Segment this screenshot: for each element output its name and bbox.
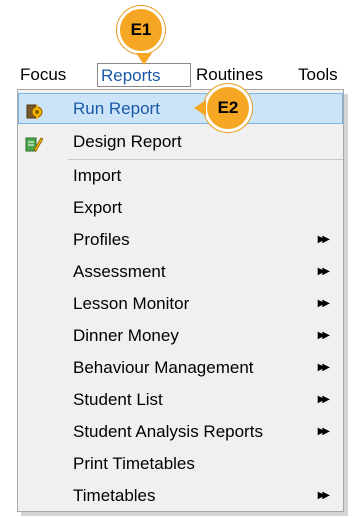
menu-item-assessment[interactable]: Assessment ▶▶ xyxy=(18,256,343,287)
menu-item-label: Timetables xyxy=(73,486,156,505)
menu-item-lesson-monitor[interactable]: Lesson Monitor ▶▶ xyxy=(18,288,343,319)
menu-item-label: Behaviour Management xyxy=(73,358,254,377)
menu-item-label: Print Timetables xyxy=(73,454,195,473)
menu-focus[interactable]: Focus xyxy=(20,63,66,87)
annotation-label: E2 xyxy=(217,98,239,117)
submenu-arrow-icon: ▶▶ xyxy=(317,266,331,277)
menu-item-import[interactable]: Import xyxy=(18,160,343,191)
reports-dropdown-menu: Run Report Design Report Import Export P… xyxy=(17,89,348,513)
menu-item-label: Design Report xyxy=(73,132,182,151)
menu-item-behaviour-management[interactable]: Behaviour Management ▶▶ xyxy=(18,352,343,383)
menu-item-label: Student Analysis Reports xyxy=(73,422,263,441)
design-report-icon xyxy=(25,132,44,152)
submenu-arrow-icon: ▶▶ xyxy=(317,394,331,405)
menu-item-student-list[interactable]: Student List ▶▶ xyxy=(18,384,343,415)
menu-item-print-timetables[interactable]: Print Timetables xyxy=(18,448,343,479)
menu-item-label: Assessment xyxy=(73,262,166,281)
menu-item-label: Lesson Monitor xyxy=(73,294,190,313)
menu-item-label: Dinner Money xyxy=(73,326,179,345)
submenu-arrow-icon: ▶▶ xyxy=(317,490,331,501)
annotation-badge-e1: E1 xyxy=(117,6,165,65)
menu-item-label: Profiles xyxy=(73,230,130,249)
menu-item-run-report[interactable]: Run Report xyxy=(18,93,343,124)
menu-item-dinner-money[interactable]: Dinner Money ▶▶ xyxy=(18,320,343,351)
submenu-arrow-icon: ▶▶ xyxy=(317,426,331,437)
submenu-arrow-icon: ▶▶ xyxy=(317,362,331,373)
menu-shadow xyxy=(21,512,348,516)
menu-bar: Focus Reports Routines Tools xyxy=(0,58,358,90)
submenu-arrow-icon: ▶▶ xyxy=(317,298,331,309)
menu-item-export[interactable]: Export xyxy=(18,192,343,223)
menu-item-student-analysis-reports[interactable]: Student Analysis Reports ▶▶ xyxy=(18,416,343,447)
menu-item-design-report[interactable]: Design Report xyxy=(18,126,343,157)
menu-item-profiles[interactable]: Profiles ▶▶ xyxy=(18,224,343,255)
menu-item-label: Student List xyxy=(73,390,163,409)
menu-item-label: Export xyxy=(73,198,123,217)
submenu-arrow-icon: ▶▶ xyxy=(317,234,331,245)
annotation-badge-e2: E2 xyxy=(194,84,252,132)
menu-item-label: Import xyxy=(73,166,122,185)
menu-reports[interactable]: Reports xyxy=(97,63,191,87)
submenu-arrow-icon: ▶▶ xyxy=(317,330,331,341)
menu-tools[interactable]: Tools xyxy=(298,63,338,87)
annotation-label: E1 xyxy=(130,20,152,39)
run-report-icon xyxy=(26,100,44,119)
menu-item-timetables[interactable]: Timetables ▶▶ xyxy=(18,480,343,511)
menu-item-label: Run Report xyxy=(73,99,160,118)
